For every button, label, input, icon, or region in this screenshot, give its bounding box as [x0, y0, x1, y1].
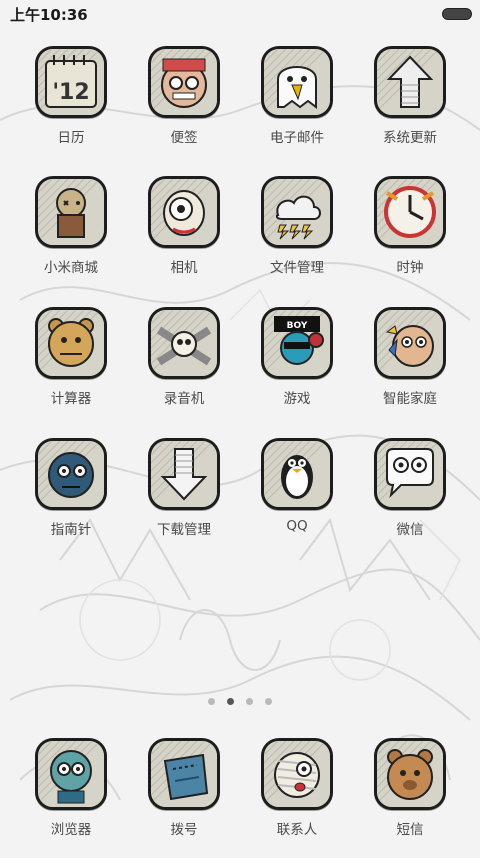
app-compass[interactable]: 指南针	[16, 438, 126, 558]
app-label: 微信	[396, 522, 424, 538]
status-time: 上午10:36	[10, 5, 88, 24]
system-update-icon[interactable]	[374, 46, 446, 118]
page-dot-4[interactable]	[265, 698, 272, 705]
clock-icon[interactable]	[374, 176, 446, 248]
app-sms[interactable]: 短信	[355, 738, 465, 858]
app-label: 计算器	[50, 391, 92, 407]
app-label: 短信	[396, 822, 424, 838]
app-download[interactable]: 下载管理	[129, 438, 239, 558]
page-indicator[interactable]	[0, 698, 480, 710]
app-mi-store[interactable]: 小米商城	[16, 176, 126, 296]
file-manager-icon[interactable]	[261, 176, 333, 248]
camera-icon[interactable]	[148, 176, 220, 248]
app-label: 联系人	[276, 822, 318, 838]
wechat-icon[interactable]	[374, 438, 446, 510]
app-label: 游戏	[283, 391, 311, 407]
app-calendar[interactable]: '12 日历	[16, 46, 126, 166]
page-dot-3[interactable]	[246, 698, 253, 705]
mi-store-icon[interactable]	[35, 176, 107, 248]
qq-icon[interactable]	[261, 438, 333, 510]
app-recorder[interactable]: 录音机	[129, 307, 239, 427]
app-label: 日历	[57, 130, 85, 146]
app-label: 时钟	[396, 260, 424, 276]
calculator-icon[interactable]	[35, 307, 107, 379]
app-phone[interactable]: 拨号	[129, 738, 239, 858]
app-label: 下载管理	[157, 522, 211, 538]
sms-icon[interactable]	[374, 738, 446, 810]
app-email[interactable]: 电子邮件	[242, 46, 352, 166]
battery-icon	[442, 8, 472, 20]
notes-icon[interactable]	[148, 46, 220, 118]
app-wechat[interactable]: 微信	[355, 438, 465, 558]
app-qq[interactable]: QQ	[242, 438, 352, 558]
app-label: 相机	[170, 260, 198, 276]
page-dot-2[interactable]	[227, 698, 234, 705]
app-label: 指南针	[50, 522, 92, 538]
app-camera[interactable]: 相机	[129, 176, 239, 296]
page-dot-1[interactable]	[208, 698, 215, 705]
app-label: 便签	[170, 130, 198, 146]
game-icon[interactable]: BOY	[261, 307, 333, 379]
smart-home-icon[interactable]	[374, 307, 446, 379]
compass-icon[interactable]	[35, 438, 107, 510]
app-file-manager[interactable]: 文件管理	[242, 176, 352, 296]
status-bar: 上午10:36	[0, 0, 480, 28]
app-label: QQ	[286, 518, 308, 534]
app-label: 电子邮件	[270, 130, 324, 146]
svg-text:BOY: BOY	[287, 321, 308, 331]
app-contacts[interactable]: 联系人	[242, 738, 352, 858]
contacts-icon[interactable]	[261, 738, 333, 810]
app-game[interactable]: BOY 游戏	[242, 307, 352, 427]
app-label: 智能家庭	[383, 391, 437, 407]
app-label: 小米商城	[44, 260, 98, 276]
svg-text:'12: '12	[52, 80, 89, 105]
app-label: 系统更新	[383, 130, 437, 146]
app-label: 录音机	[163, 391, 205, 407]
browser-icon[interactable]	[35, 738, 107, 810]
app-smart-home[interactable]: 智能家庭	[355, 307, 465, 427]
app-notes[interactable]: 便签	[129, 46, 239, 166]
app-label: 浏览器	[50, 822, 92, 838]
phone-icon[interactable]	[148, 738, 220, 810]
app-browser[interactable]: 浏览器	[16, 738, 126, 858]
app-label: 拨号	[170, 822, 198, 838]
download-icon[interactable]	[148, 438, 220, 510]
recorder-icon[interactable]	[148, 307, 220, 379]
calendar-icon[interactable]: '12	[35, 46, 107, 118]
app-calculator[interactable]: 计算器	[16, 307, 126, 427]
email-icon[interactable]	[261, 46, 333, 118]
app-label: 文件管理	[270, 260, 324, 276]
app-clock[interactable]: 时钟	[355, 176, 465, 296]
app-system-update[interactable]: 系统更新	[355, 46, 465, 166]
